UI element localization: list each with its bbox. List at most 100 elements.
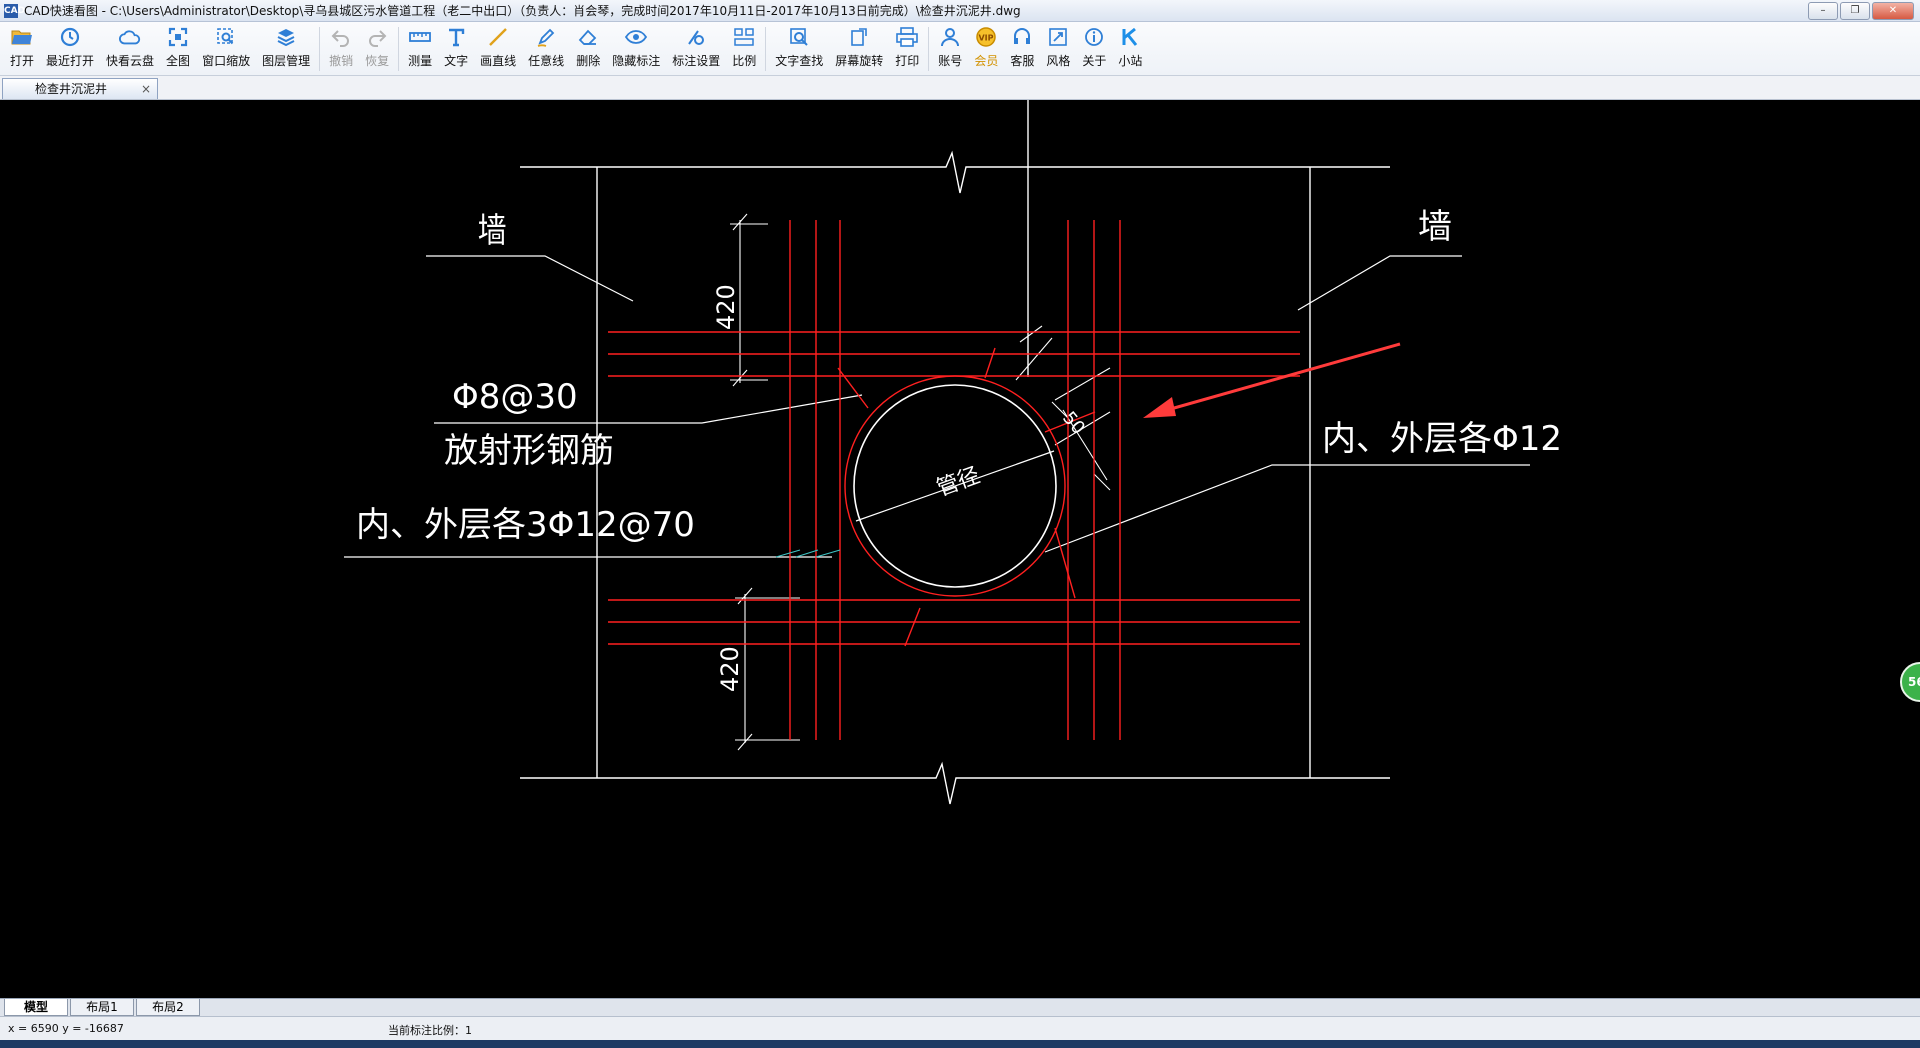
close-tab-icon[interactable]: ×: [141, 79, 151, 99]
dimension-bottom-label: 420: [716, 646, 744, 692]
about-button[interactable]: 关于: [1076, 22, 1112, 72]
rotate-screen-icon: [848, 26, 870, 48]
annotation-settings-icon: [685, 26, 707, 48]
layers-icon: [275, 26, 297, 48]
document-tab-label: 检查井沉泥井: [35, 82, 108, 96]
taskbar-strip: [0, 1040, 1920, 1048]
document-tab[interactable]: 检查井沉泥井 ×: [2, 78, 158, 99]
zoom-window-icon: [215, 26, 237, 48]
customer-service-label: 客服: [1010, 54, 1035, 68]
customer-service-button[interactable]: 客服: [1004, 22, 1040, 72]
vip-label: 会员: [974, 54, 999, 68]
fit-view-icon: [167, 26, 189, 48]
restore-button[interactable]: ❐: [1840, 2, 1870, 20]
full-view-button[interactable]: 全图: [160, 22, 196, 72]
freehand-button[interactable]: 任意线: [522, 22, 570, 72]
toolbar-separator: [928, 27, 930, 71]
delete-button[interactable]: 删除: [570, 22, 606, 72]
delete-label: 删除: [576, 54, 601, 68]
headset-icon: [1011, 26, 1033, 48]
undo-label: 撤销: [329, 54, 354, 68]
redo-button[interactable]: 恢复: [359, 22, 395, 72]
open-button[interactable]: 打开: [4, 22, 40, 72]
cloud-icon: [119, 26, 141, 48]
layout-tab-bar: 模型 布局1 布局2: [0, 998, 1920, 1016]
pipe-label: 管径: [934, 463, 984, 502]
dimension-top-label: 420: [712, 284, 740, 330]
radial-spec-label: Φ8@30: [452, 377, 578, 417]
station-label: 小站: [1118, 54, 1143, 68]
undo-button[interactable]: 撤销: [323, 22, 359, 72]
vip-button[interactable]: VIP 会员: [968, 22, 1004, 72]
zoom-window-button[interactable]: 窗口缩放: [196, 22, 256, 72]
text-label: 文字: [444, 54, 469, 68]
layer-manager-button[interactable]: 图层管理: [256, 22, 316, 72]
wall-outline: [520, 100, 1390, 805]
redo-label: 恢复: [365, 54, 390, 68]
drawing-canvas[interactable]: 墙 墙 420 420 50 Φ8@30 放射形钢筋 内、外层各3Φ12@70 …: [0, 100, 1920, 998]
draw-line-button[interactable]: 画直线: [474, 22, 522, 72]
status-bar: x = 6590 y = -16687 当前标注比例：1: [0, 1016, 1920, 1040]
info-icon: [1083, 26, 1105, 48]
title-bar: CAD CAD快速看图 - C:\Users\Administrator\Des…: [0, 0, 1920, 22]
hide-annotation-label: 隐藏标注: [612, 54, 661, 68]
annotation-settings-button[interactable]: 标注设置: [666, 22, 726, 72]
undo-icon: [330, 26, 352, 48]
annotation-settings-label: 标注设置: [672, 54, 721, 68]
recent-open-button[interactable]: 最近打开: [40, 22, 100, 72]
cloud-drive-button[interactable]: 快看云盘: [100, 22, 160, 72]
wall-right-label: 墙: [1418, 207, 1452, 247]
window-controls: – ❐ ✕: [1808, 2, 1914, 20]
red-arrow: [1143, 342, 1401, 418]
eye-icon: [625, 26, 648, 48]
hide-annotation-button[interactable]: 隐藏标注: [606, 22, 666, 72]
pen-icon: [535, 26, 557, 48]
style-icon: [1047, 26, 1069, 48]
line-icon: [487, 26, 509, 48]
style-button[interactable]: 风格: [1040, 22, 1076, 72]
text-icon: [445, 26, 467, 48]
account-button[interactable]: 账号: [932, 22, 968, 72]
account-label: 账号: [938, 54, 963, 68]
minimize-button[interactable]: –: [1808, 2, 1838, 20]
tab-model[interactable]: 模型: [4, 999, 68, 1016]
cloud-drive-label: 快看云盘: [106, 54, 155, 68]
station-button[interactable]: 小站: [1112, 22, 1148, 72]
tab-layout-2[interactable]: 布局2: [136, 999, 200, 1016]
user-icon: [939, 26, 961, 48]
dimension-lines: [730, 213, 1111, 751]
redo-icon: [366, 26, 388, 48]
cursor-coordinates: x = 6590 y = -16687: [8, 1022, 124, 1035]
svg-text:VIP: VIP: [979, 34, 994, 43]
drawing-text: 墙 墙 420 420 50 Φ8@30 放射形钢筋 内、外层各3Φ12@70 …: [356, 207, 1562, 692]
style-label: 风格: [1046, 54, 1071, 68]
text-search-button[interactable]: 文字查找: [769, 22, 829, 72]
window-title: CAD快速看图 - C:\Users\Administrator\Desktop…: [24, 4, 1021, 18]
text-button[interactable]: 文字: [438, 22, 474, 72]
print-button[interactable]: 打印: [889, 22, 925, 72]
text-search-icon: [788, 26, 810, 48]
k-logo-icon: [1119, 26, 1141, 48]
open-label: 打开: [10, 54, 35, 68]
toolbar-separator: [765, 27, 767, 71]
cad-drawing: 墙 墙 420 420 50 Φ8@30 放射形钢筋 内、外层各3Φ12@70 …: [344, 100, 1562, 805]
text-search-label: 文字查找: [775, 54, 824, 68]
full-view-label: 全图: [166, 54, 191, 68]
rotate-screen-button[interactable]: 屏幕旋转: [829, 22, 889, 72]
printer-icon: [896, 26, 919, 48]
tab-layout-1[interactable]: 布局1: [70, 999, 134, 1016]
layer-manager-label: 图层管理: [262, 54, 311, 68]
measure-button[interactable]: 测量: [402, 22, 438, 72]
print-label: 打印: [895, 54, 920, 68]
measure-label: 测量: [408, 54, 433, 68]
scale-button[interactable]: 比例: [726, 22, 762, 72]
folder-open-icon: [11, 26, 33, 48]
rotate-screen-label: 屏幕旋转: [835, 54, 884, 68]
rebar-ticks: [775, 549, 841, 558]
close-window-button[interactable]: ✕: [1872, 2, 1914, 20]
radial-name-label: 放射形钢筋: [444, 431, 614, 471]
layer-spec-label: 内、外层各3Φ12@70: [356, 505, 695, 545]
toolbar-separator: [398, 27, 400, 71]
annotation-scale-status: 当前标注比例：1: [388, 1024, 472, 1037]
wall-left-label: 墙: [478, 212, 507, 251]
